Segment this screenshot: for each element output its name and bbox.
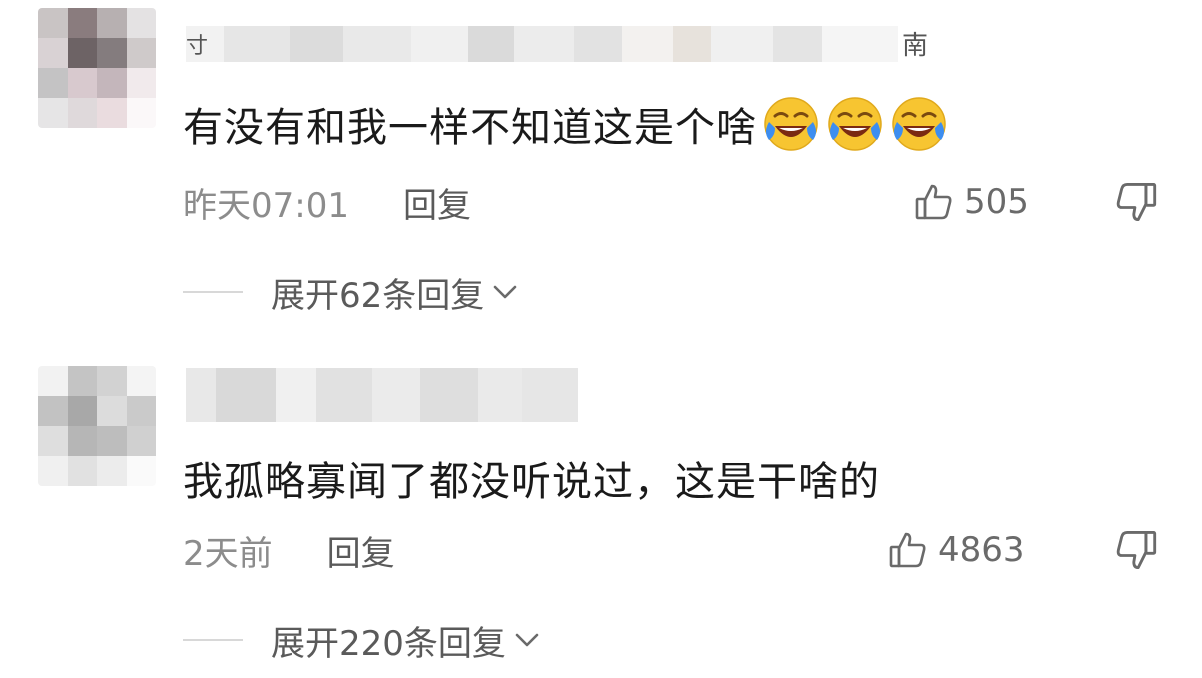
- comment-meta: 2天前 回复: [183, 526, 395, 574]
- divider-line: [183, 291, 243, 293]
- like-button[interactable]: 505: [914, 178, 1029, 226]
- comment-meta: 昨天07:01 回复: [183, 178, 471, 226]
- expand-replies-label: 展开220条回复: [271, 623, 506, 664]
- thumbs-up-icon: [889, 532, 926, 568]
- expand-replies-button[interactable]: 展开220条回复: [183, 616, 542, 664]
- like-button[interactable]: 4863: [888, 526, 1025, 574]
- laughing-crying-emoji: [889, 94, 949, 154]
- comment-item: 我孤略寡闻了都没听说过，这是干啥的 2天前 回复 4863 展开220条回复: [0, 358, 1202, 678]
- thumbs-up-icon: [915, 184, 952, 220]
- location-tail: 南: [902, 31, 929, 61]
- chevron-down-icon: [493, 285, 517, 299]
- dislike-button[interactable]: [1114, 180, 1158, 224]
- username-first-char: 寸: [186, 34, 209, 59]
- laughing-crying-emoji: [825, 94, 885, 154]
- reply-button[interactable]: 回复: [327, 526, 395, 575]
- divider-line: [183, 639, 243, 641]
- comment-time: 昨天07:01: [183, 185, 349, 226]
- avatar[interactable]: [38, 8, 156, 128]
- like-count: 505: [964, 182, 1029, 222]
- comment-time: 2天前: [183, 533, 273, 574]
- comment-text-content: 有没有和我一样不知道这是个啥: [183, 105, 757, 151]
- expand-replies-button[interactable]: 展开62条回复: [183, 268, 520, 316]
- reply-button[interactable]: 回复: [403, 178, 471, 227]
- username-blurred[interactable]: [186, 26, 898, 62]
- avatar[interactable]: [38, 366, 156, 486]
- comment-text: 我孤略寡闻了都没听说过，这是干啥的: [183, 446, 880, 510]
- comment-list: 寸 南 有没有和我一样不知道这是个啥 昨天07:01 回复 505 展开62条回…: [0, 0, 1202, 678]
- comment-item: 寸 南 有没有和我一样不知道这是个啥 昨天07:01 回复 505 展开62条回…: [0, 0, 1202, 340]
- chevron-down-icon: [515, 633, 539, 647]
- expand-replies-label: 展开62条回复: [271, 275, 485, 316]
- dislike-button[interactable]: [1114, 528, 1158, 572]
- username-blurred[interactable]: [186, 368, 578, 422]
- laughing-crying-emoji: [761, 94, 821, 154]
- comment-text: 有没有和我一样不知道这是个啥: [183, 92, 949, 156]
- comment-text-content: 我孤略寡闻了都没听说过，这是干啥的: [183, 459, 880, 505]
- thumbs-down-icon: [1116, 182, 1157, 222]
- thumbs-down-icon: [1116, 530, 1157, 570]
- like-count: 4863: [938, 530, 1025, 570]
